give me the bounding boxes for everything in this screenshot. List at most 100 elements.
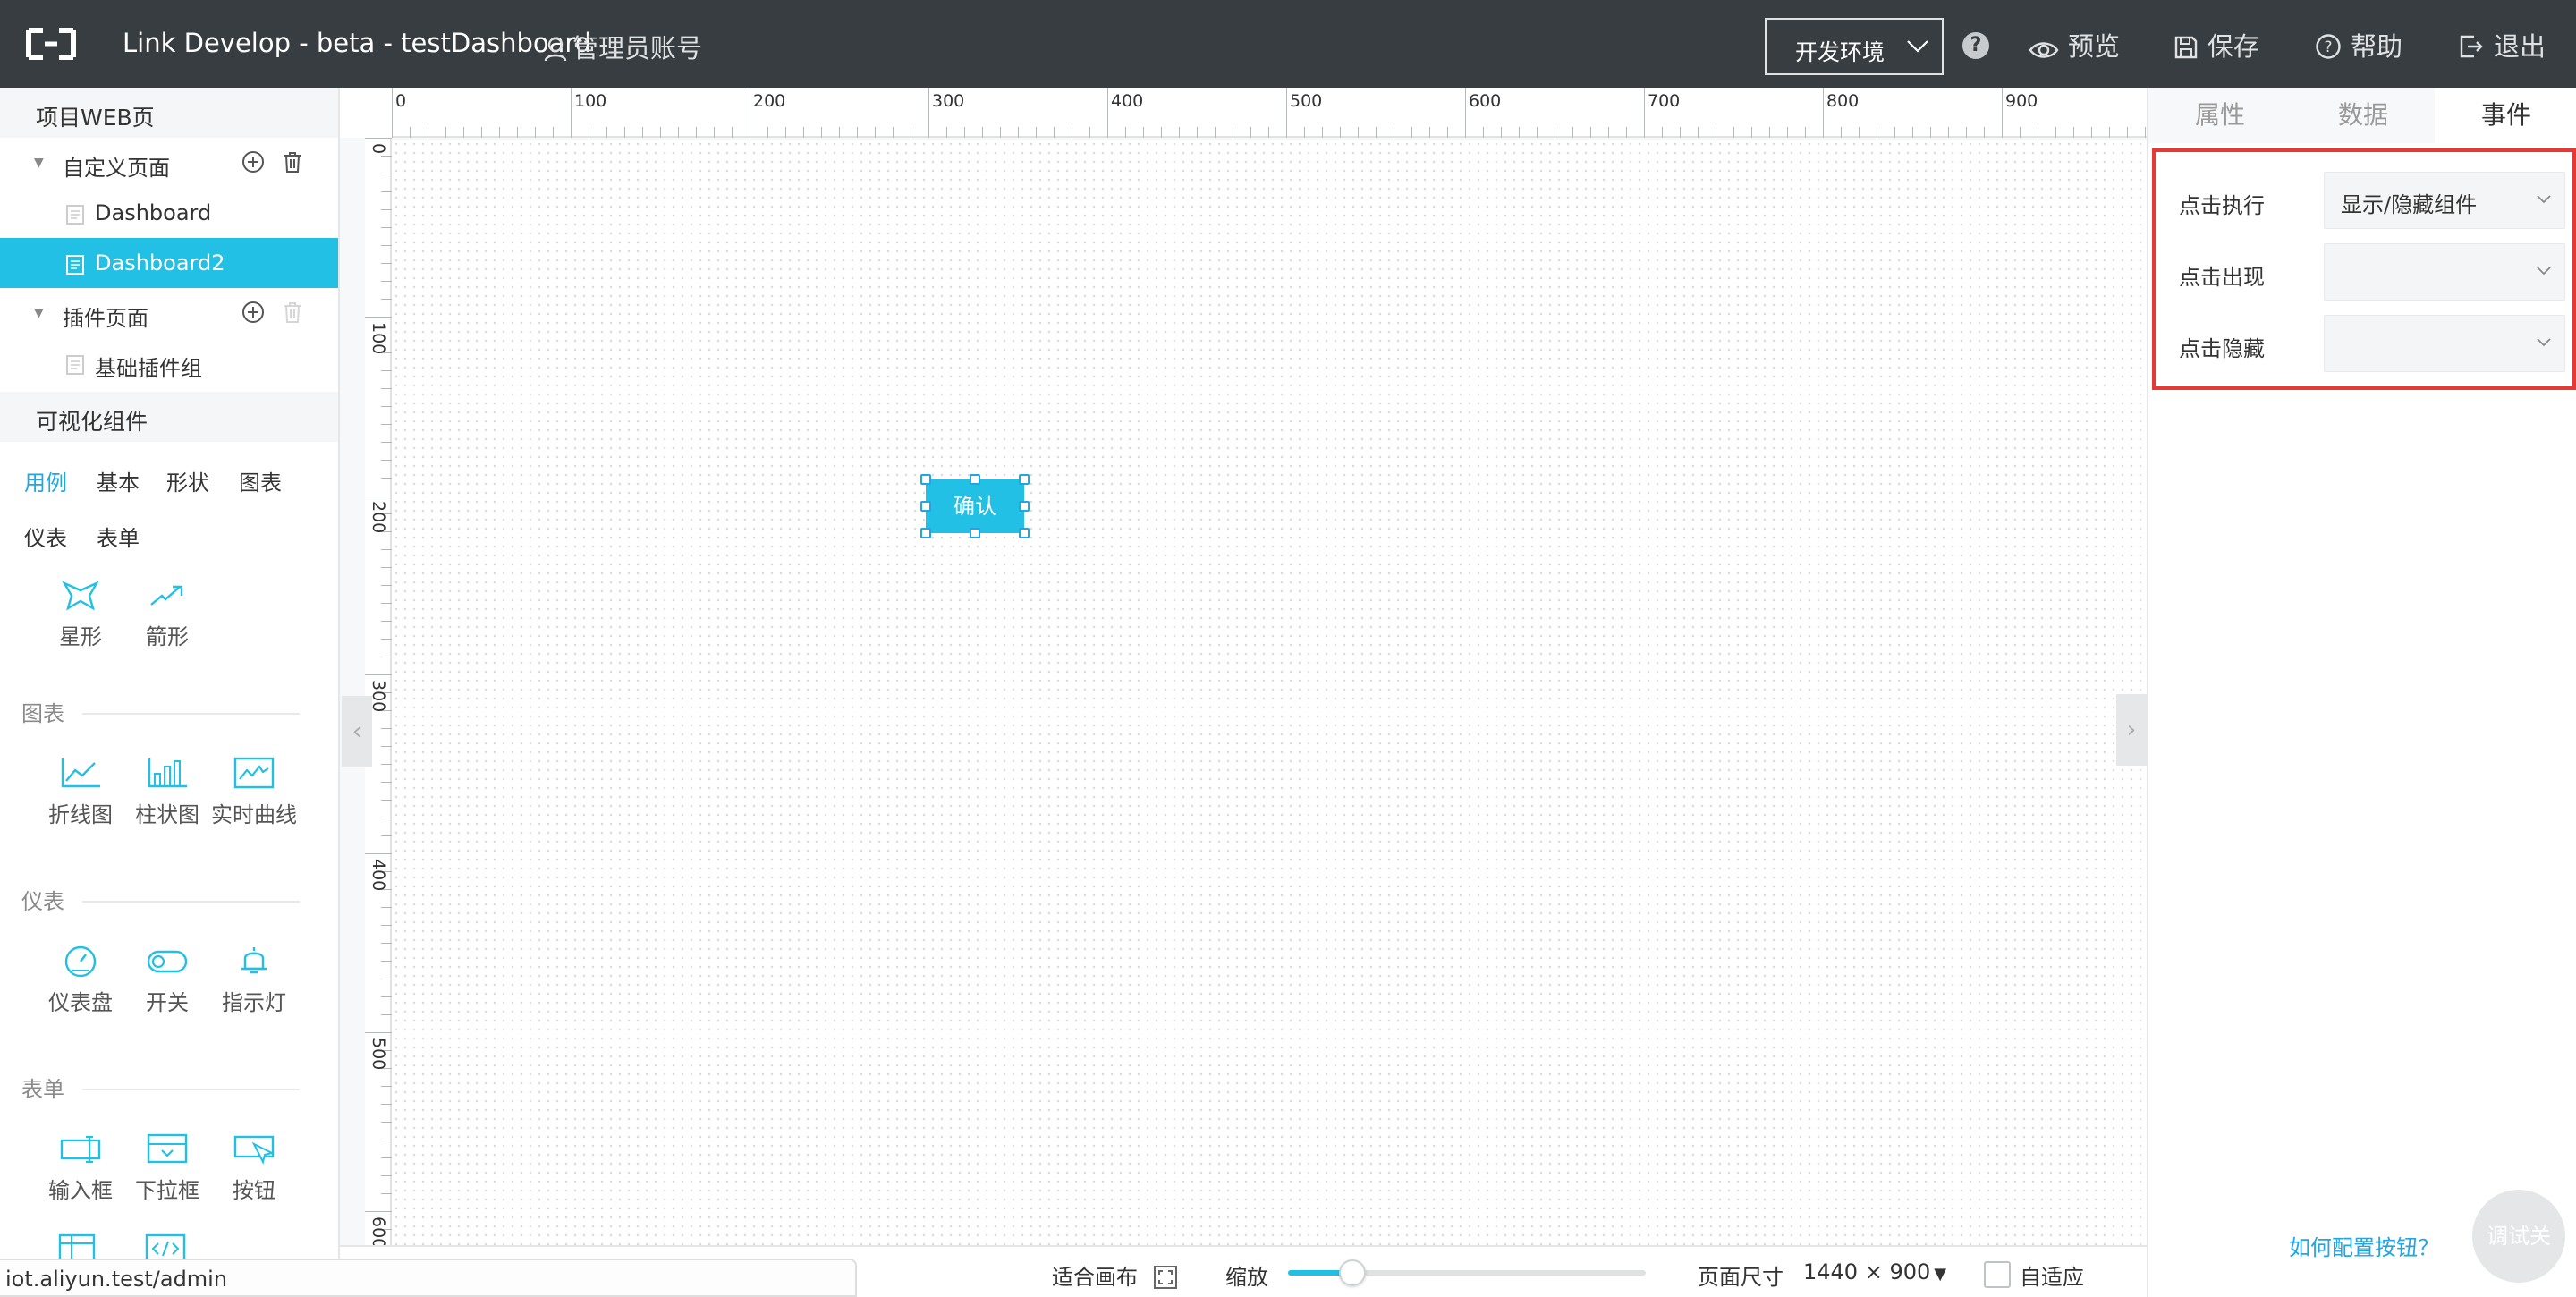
resize-handle[interactable] xyxy=(970,474,980,485)
component-arrow[interactable]: 箭形 xyxy=(123,578,212,650)
click-hide-select[interactable] xyxy=(2324,315,2565,372)
dial-gauge-icon xyxy=(64,945,97,978)
fit-canvas-button[interactable]: 适合画布 xyxy=(1052,1259,1177,1291)
tab-shapes[interactable]: 形状 xyxy=(166,465,209,496)
click-action-select[interactable]: 显示/隐藏组件 xyxy=(2324,172,2565,229)
component-button[interactable]: 按钮 xyxy=(209,1132,299,1204)
bar-chart-icon xyxy=(148,758,187,788)
account-label: 管理员账号 xyxy=(572,33,703,64)
tab-basic[interactable]: 基本 xyxy=(97,465,140,496)
environment-value: 开发环境 xyxy=(1795,39,1885,65)
ruler-x-label: 300 xyxy=(932,91,965,111)
ruler-y-label: 500 xyxy=(369,1038,388,1071)
resize-handle[interactable] xyxy=(920,474,931,485)
component-bar-chart[interactable]: 柱状图 xyxy=(123,756,212,828)
component-indicator[interactable]: 指示灯 xyxy=(209,944,299,1016)
zoom-slider[interactable] xyxy=(1288,1259,1646,1286)
ruler-x-label: 500 xyxy=(1290,91,1323,111)
preview-button[interactable]: 预览 xyxy=(2029,26,2120,64)
tab-gauges[interactable]: 仪表 xyxy=(24,521,67,552)
component-switch[interactable]: 开关 xyxy=(123,944,212,1016)
component-star[interactable]: 星形 xyxy=(36,578,125,650)
group-title-gauges: 仪表 xyxy=(21,889,64,914)
component-line-chart[interactable]: 折线图 xyxy=(36,756,125,828)
zoom-slider-handle[interactable] xyxy=(1339,1259,1366,1286)
fit-canvas-label: 适合画布 xyxy=(1052,1265,1138,1290)
page-size-select[interactable]: 1440 × 900 ▼ xyxy=(1803,1259,1946,1284)
ruler-x-label: 900 xyxy=(2005,91,2038,111)
resize-handle[interactable] xyxy=(920,501,931,512)
logout-button[interactable]: 退出 xyxy=(2458,26,2546,64)
component-dial[interactable]: 仪表盘 xyxy=(36,944,125,1016)
caret-down-icon[interactable]: ▼ xyxy=(34,156,44,170)
adaptive-checkbox[interactable] xyxy=(1984,1261,2011,1288)
adaptive-label: 自适应 xyxy=(2020,1265,2084,1290)
dropdown-icon xyxy=(147,1133,188,1164)
click-show-select[interactable] xyxy=(2324,243,2565,301)
tree-label: Dashboard xyxy=(95,200,212,225)
panel-tabs: 属性 数据 事件 xyxy=(2148,88,2576,143)
tree-item-dashboard[interactable]: Dashboard xyxy=(0,188,338,238)
caret-down-icon[interactable]: ▼ xyxy=(34,306,44,320)
debug-toggle-button[interactable]: 调试关 xyxy=(2472,1190,2565,1283)
help-button[interactable]: ? 帮助 xyxy=(2315,26,2402,64)
component-label: 按钮 xyxy=(233,1178,275,1203)
tab-examples[interactable]: 用例 xyxy=(24,465,67,496)
tree-group-plugin-pages[interactable]: ▼ 插件页面 xyxy=(0,288,338,338)
tab-events[interactable]: 事件 xyxy=(2435,88,2576,143)
ruler-x-label: 0 xyxy=(395,91,407,111)
tree-group-custom-pages[interactable]: ▼ 自定义页面 xyxy=(0,138,338,188)
resize-handle[interactable] xyxy=(970,528,980,538)
app-title: Link Develop - beta - testDashboard xyxy=(123,28,592,58)
account-menu[interactable]: 管理员账号 xyxy=(544,28,702,65)
page-icon xyxy=(66,205,84,225)
canvas-confirm-button[interactable]: 确认 xyxy=(926,479,1024,533)
tree-item-dashboard2[interactable]: Dashboard2 xyxy=(0,238,338,288)
field-label-click-action: 点击执行 xyxy=(2179,193,2265,218)
how-to-configure-link[interactable]: 如何配置按钮？ xyxy=(2289,1230,2439,1261)
tab-charts[interactable]: 图表 xyxy=(239,465,282,496)
canvas-grid[interactable] xyxy=(392,140,2147,1245)
component-dropdown[interactable]: 下拉框 xyxy=(123,1132,212,1204)
toggle-switch-icon xyxy=(147,950,188,973)
right-panel: 属性 数据 事件 点击执行 显示/隐藏组件 点击出现 点击隐藏 如何配置按钮？ … xyxy=(2147,88,2576,1297)
trash-icon[interactable] xyxy=(281,150,304,174)
resize-handle[interactable] xyxy=(1019,501,1030,512)
tab-properties[interactable]: 属性 xyxy=(2148,88,2292,143)
table-icon[interactable] xyxy=(57,1233,100,1259)
tab-data[interactable]: 数据 xyxy=(2292,88,2435,143)
environment-select[interactable]: 开发环境 xyxy=(1765,18,1944,75)
tree-label: Dashboard2 xyxy=(95,250,225,276)
chevron-down-icon xyxy=(2537,195,2551,204)
events-highlight-box: 点击执行 显示/隐藏组件 点击出现 点击隐藏 xyxy=(2152,148,2576,390)
tree-item-basic-plugin-group[interactable]: 基础插件组 xyxy=(0,338,338,388)
resize-handle[interactable] xyxy=(920,528,931,538)
button-cursor-icon xyxy=(233,1135,275,1165)
component-label: 下拉框 xyxy=(135,1178,199,1203)
eye-icon xyxy=(2029,42,2059,58)
chevron-down-icon xyxy=(2537,267,2551,276)
tab-forms[interactable]: 表单 xyxy=(97,521,140,552)
component-input[interactable]: 输入框 xyxy=(36,1132,125,1204)
add-circle-icon[interactable] xyxy=(242,150,265,174)
add-circle-icon[interactable] xyxy=(242,301,265,324)
preview-label: 预览 xyxy=(2068,31,2121,62)
resize-handle[interactable] xyxy=(1019,528,1030,538)
code-icon[interactable] xyxy=(144,1233,187,1259)
aliyun-logo-icon[interactable] xyxy=(23,23,79,64)
component-realtime-curve[interactable]: 实时曲线 xyxy=(209,756,299,828)
field-label-click-show: 点击出现 xyxy=(2179,265,2265,290)
fullscreen-icon xyxy=(1153,1266,1177,1289)
svg-text:?: ? xyxy=(2324,38,2332,56)
zoom-label: 缩放 xyxy=(1225,1265,1268,1290)
ruler-y-label: 100 xyxy=(369,322,388,355)
save-button[interactable]: 保存 xyxy=(2174,26,2259,64)
collapse-left-arrow[interactable]: ‹ xyxy=(342,696,372,767)
star-icon xyxy=(62,581,99,611)
page-size-label: 页面尺寸 xyxy=(1698,1265,1784,1290)
collapse-right-arrow[interactable]: › xyxy=(2116,694,2147,766)
help-circle-icon: ? xyxy=(2316,34,2341,59)
resize-handle[interactable] xyxy=(1019,474,1030,485)
group-divider xyxy=(82,713,300,715)
question-icon[interactable]: ? xyxy=(1962,32,1989,59)
